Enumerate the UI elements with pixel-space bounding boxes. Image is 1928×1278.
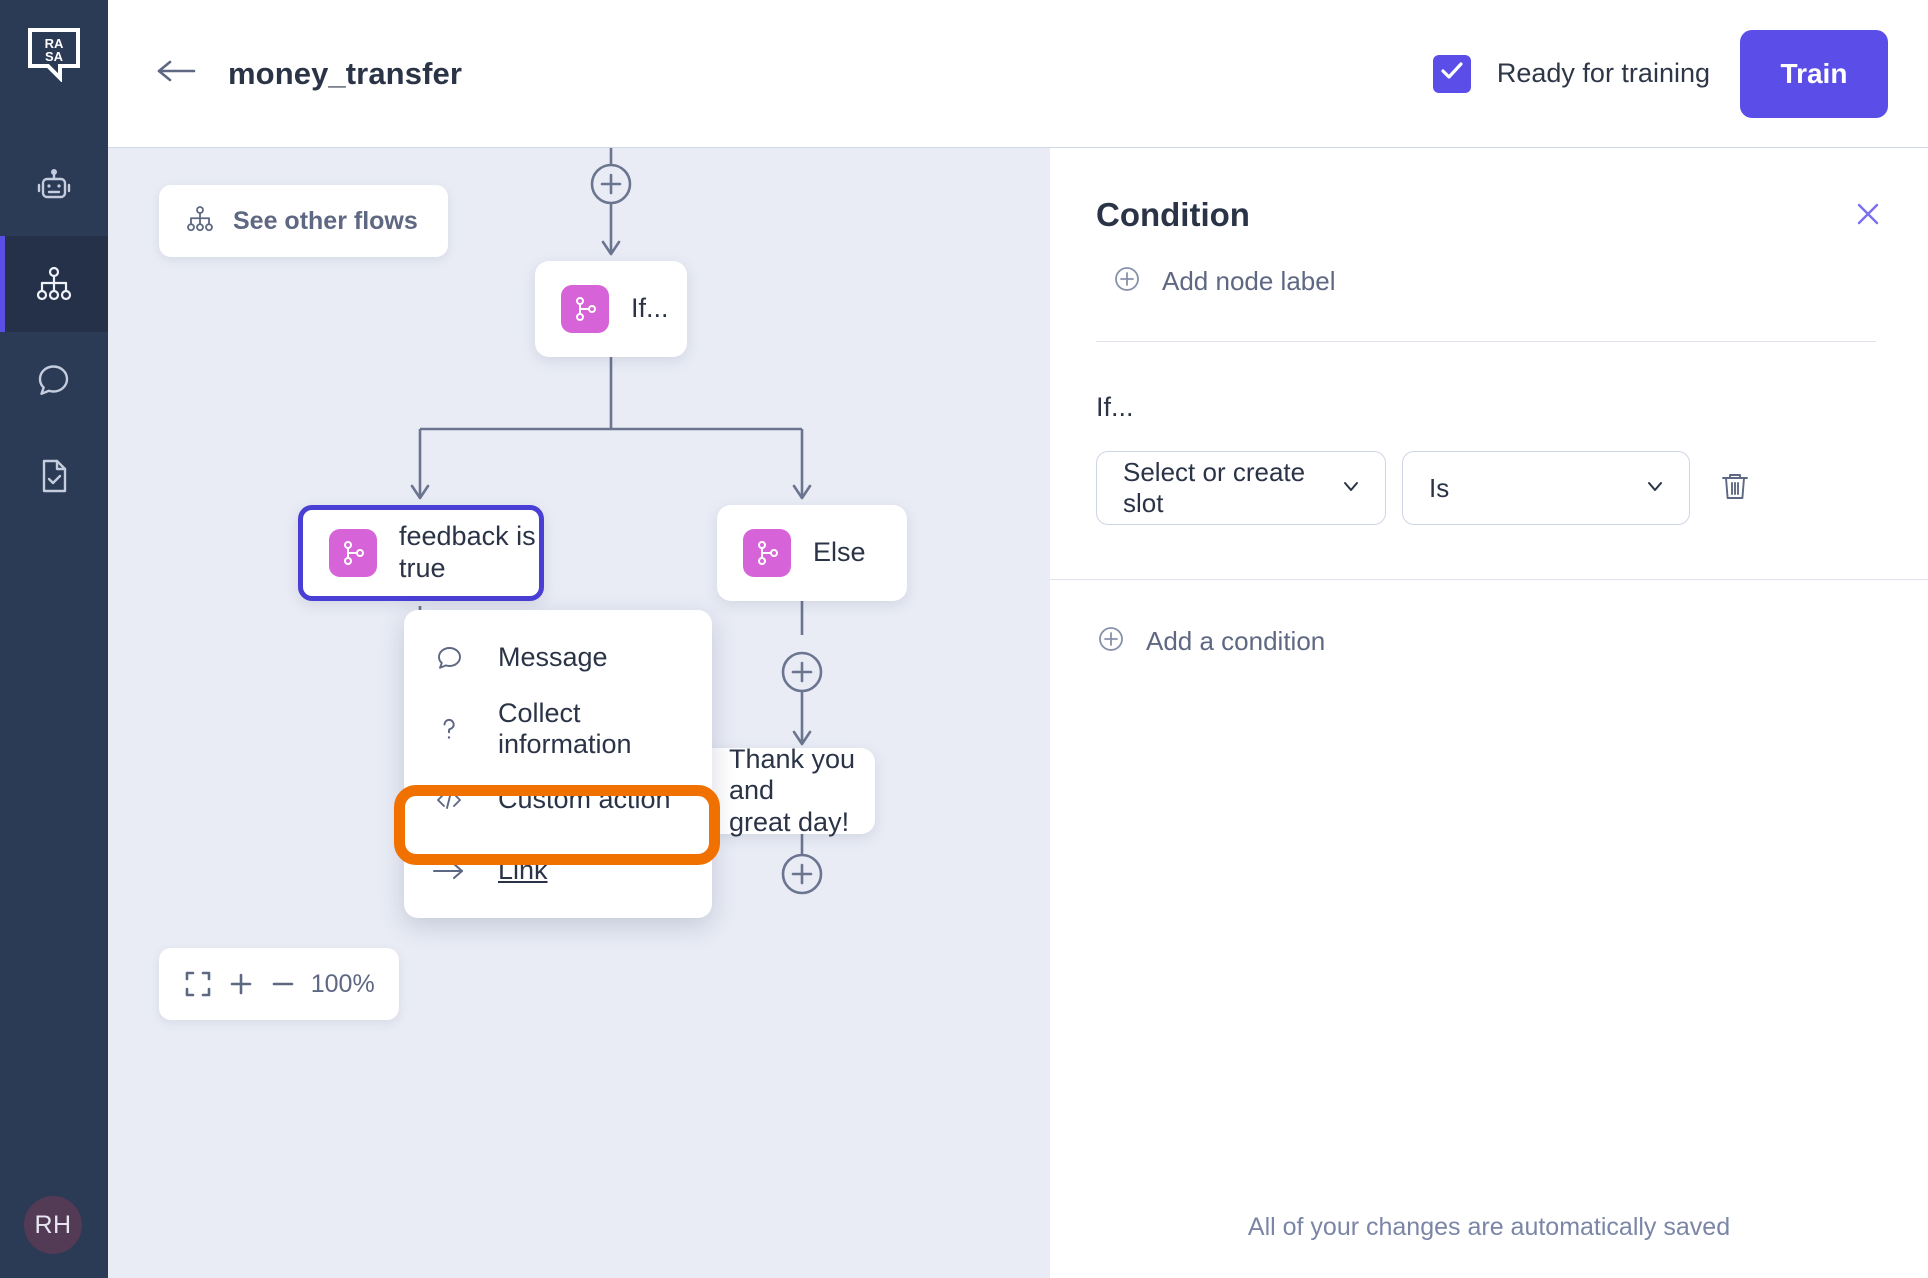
condition-body: If... Select or create slot Is [1050,342,1928,525]
check-icon [1439,58,1465,89]
close-icon [1854,200,1882,233]
trash-icon [1718,469,1752,508]
panel-header: Condition Add node label [1050,148,1928,342]
sidebar-nav [0,140,108,524]
autosave-note: All of your changes are automatically sa… [1247,1213,1731,1241]
slot-select[interactable]: Select or create slot [1096,451,1386,525]
svg-text:SA: SA [45,49,64,64]
condition-row: Select or create slot Is [1096,451,1882,525]
branch-icon [743,529,791,577]
flow-node-label: If... [631,293,669,324]
fit-screen-icon[interactable] [183,969,213,999]
menu-item-collect-information[interactable]: Collect information [404,693,712,764]
close-button[interactable] [1848,196,1888,236]
operator-select[interactable]: Is [1402,451,1690,525]
rasa-logo-icon[interactable]: RA SA [26,26,82,83]
panel-divider-2 [1050,579,1928,580]
flow-tree-icon [185,204,215,239]
avatar[interactable]: RH [24,1196,82,1254]
menu-item-label: Collect information [498,697,632,759]
slot-select-value: Select or create slot [1123,457,1306,518]
question-mark-icon [428,714,470,744]
sidebar-item-assistant[interactable] [0,140,108,236]
code-brackets-icon [428,785,470,815]
sidebar-item-flows[interactable] [0,236,108,332]
ready-for-training-checkbox[interactable] [1432,54,1471,93]
app-root: RA SA RH money_transfer Ready for traini… [0,0,1928,1278]
flow-canvas[interactable]: See other flows If... feedback is true E… [108,148,1050,1278]
avatar-initials: RH [34,1210,72,1239]
add-step-menu: Message Collect information Custom actio… [404,610,712,918]
menu-item-label: Custom action [498,784,671,814]
sidebar-item-files[interactable] [0,428,108,524]
page-title: money_transfer [228,55,462,91]
menu-item-custom-action[interactable]: Custom action [404,764,712,835]
zoom-out-button[interactable] [268,969,298,999]
flow-node-label: feedback is true [399,521,536,583]
zoom-controls: 100% [159,948,399,1020]
flow-node-feedback-is-true[interactable]: feedback is true [298,505,544,601]
top-bar-actions: Ready for training Train [1432,0,1928,147]
delete-condition-button[interactable] [1718,469,1752,508]
chevron-down-icon [1339,474,1363,503]
sidebar-item-conversations[interactable] [0,332,108,428]
add-condition-label: Add a condition [1146,626,1326,656]
operator-select-value: Is [1429,472,1450,503]
top-bar: money_transfer Ready for training Train [108,0,1928,148]
see-other-flows-button[interactable]: See other flows [159,185,448,257]
zoom-level: 100% [310,969,375,998]
see-other-flows-label: See other flows [233,206,418,235]
stage: money_transfer Ready for training Train [108,0,1928,1278]
panel-title: Condition [1096,196,1250,233]
add-condition-button[interactable]: Add a condition [1096,624,1928,659]
speech-bubble-icon [428,643,470,673]
arrow-left-icon [154,57,198,90]
branch-icon [561,285,609,333]
arrow-right-icon [428,859,470,883]
train-button[interactable]: Train [1740,29,1888,118]
back-button[interactable] [152,50,200,98]
ready-for-training-label: Ready for training [1496,58,1710,88]
plus-circle-icon [1112,264,1142,299]
flow-node-label: Else [813,537,866,568]
flow-node-label: Thank you and great day! [729,743,856,837]
menu-item-link[interactable]: Link [404,835,712,906]
zoom-in-button[interactable] [226,969,256,999]
add-node-label-text: Add node label [1162,266,1336,296]
speech-bubble-icon [34,360,74,400]
condition-panel: Condition Add node label If... Select or… [1050,148,1928,1278]
document-check-icon [34,456,74,496]
menu-item-message[interactable]: Message [404,622,712,693]
flow-tree-icon [34,264,74,304]
chevron-down-icon [1643,474,1667,503]
flow-node-else[interactable]: Else [717,505,907,601]
add-node-label-button[interactable]: Add node label [1112,264,1876,299]
left-sidebar: RA SA RH [0,0,108,1278]
if-label: If... [1096,392,1134,422]
plus-circle-icon [1096,624,1126,659]
flow-node-if[interactable]: If... [535,261,687,357]
branch-icon [329,529,377,577]
robot-icon [34,168,74,208]
menu-item-label: Message [498,642,608,672]
panel-divider [1096,341,1876,342]
menu-item-label: Link [498,855,548,885]
